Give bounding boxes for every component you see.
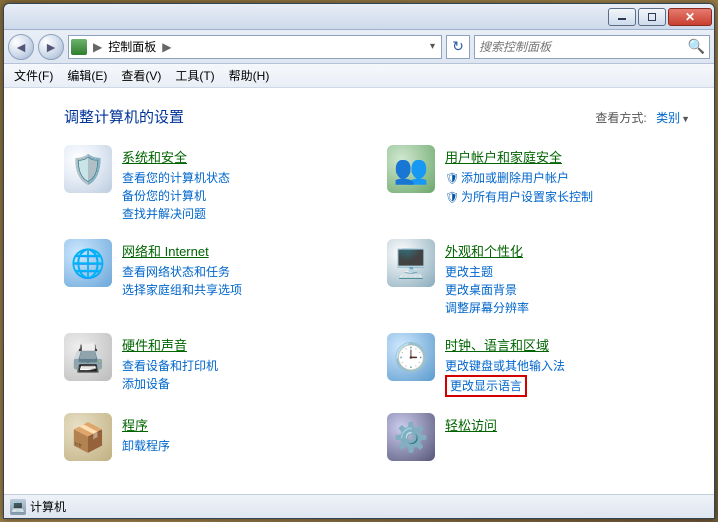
search-box[interactable]: 🔍 bbox=[474, 35, 710, 59]
category-ease: ⚙️ 轻松访问 bbox=[387, 413, 690, 461]
users-icon: 👥 bbox=[387, 145, 435, 193]
search-input[interactable] bbox=[479, 40, 688, 54]
link-devices-printers[interactable]: 查看设备和打印机 bbox=[122, 357, 218, 375]
menu-view[interactable]: 查看(V) bbox=[115, 65, 167, 86]
menu-help[interactable]: 帮助(H) bbox=[223, 65, 276, 86]
shield-icon: 🛡️ bbox=[64, 145, 112, 193]
category-hardware: 🖨️ 硬件和声音 查看设备和打印机 添加设备 bbox=[64, 333, 367, 397]
control-panel-icon bbox=[71, 39, 87, 55]
category-grid: 🛡️ 系统和安全 查看您的计算机状态 备份您的计算机 查找并解决问题 👥 用户帐… bbox=[64, 145, 690, 461]
link-change-input[interactable]: 更改键盘或其他输入法 bbox=[445, 357, 565, 375]
menu-edit[interactable]: 编辑(E) bbox=[61, 65, 113, 86]
category-title-programs[interactable]: 程序 bbox=[122, 415, 170, 434]
chevron-down-icon[interactable]: ▼ bbox=[681, 114, 690, 124]
link-uninstall[interactable]: 卸载程序 bbox=[122, 437, 170, 455]
category-security: 🛡️ 系统和安全 查看您的计算机状态 备份您的计算机 查找并解决问题 bbox=[64, 145, 367, 223]
link-change-theme[interactable]: 更改主题 bbox=[445, 263, 529, 281]
link-change-background[interactable]: 更改桌面背景 bbox=[445, 281, 529, 299]
link-parental-controls[interactable]: 🛡为所有用户设置家长控制 bbox=[445, 188, 593, 207]
category-title-clock[interactable]: 时钟、语言和区域 bbox=[445, 335, 565, 354]
view-by-value[interactable]: 类别 bbox=[656, 111, 680, 125]
uac-shield-icon: 🛡 bbox=[445, 173, 459, 185]
category-title-network[interactable]: 网络和 Internet bbox=[122, 241, 242, 260]
category-network: 🌐 网络和 Internet 查看网络状态和任务 选择家庭组和共享选项 bbox=[64, 239, 367, 317]
link-network-status[interactable]: 查看网络状态和任务 bbox=[122, 263, 242, 281]
close-button[interactable]: ✕ bbox=[668, 8, 712, 26]
category-programs: 📦 程序 卸载程序 bbox=[64, 413, 367, 461]
category-title-ease[interactable]: 轻松访问 bbox=[445, 415, 497, 434]
control-panel-window: ✕ ◄ ► ▶ 控制面板 ▶ ▾ ↻ 🔍 文件(F) 编辑(E) 查看(V) 工… bbox=[3, 3, 715, 519]
status-label: 计算机 bbox=[30, 498, 66, 515]
view-by-label: 查看方式: bbox=[595, 111, 646, 125]
refresh-button[interactable]: ↻ bbox=[446, 35, 470, 59]
titlebar: ✕ bbox=[4, 4, 714, 30]
link-resolution[interactable]: 调整屏幕分辨率 bbox=[445, 299, 529, 317]
link-troubleshoot[interactable]: 查找并解决问题 bbox=[122, 205, 230, 223]
monitor-icon: 🖥️ bbox=[387, 239, 435, 287]
link-add-remove-user[interactable]: 🛡添加或删除用户帐户 bbox=[445, 169, 593, 188]
category-title-security[interactable]: 系统和安全 bbox=[122, 147, 230, 166]
menu-file[interactable]: 文件(F) bbox=[8, 65, 59, 86]
uac-shield-icon: 🛡 bbox=[445, 192, 459, 204]
menu-tools[interactable]: 工具(T) bbox=[169, 65, 220, 86]
category-title-hardware[interactable]: 硬件和声音 bbox=[122, 335, 218, 354]
address-bar[interactable]: ▶ 控制面板 ▶ ▾ bbox=[68, 35, 442, 59]
breadcrumb-location[interactable]: 控制面板 bbox=[108, 38, 156, 55]
statusbar: 💻 计算机 bbox=[4, 494, 714, 518]
breadcrumb-sep: ▶ bbox=[91, 40, 104, 54]
search-icon[interactable]: 🔍 bbox=[688, 38, 705, 55]
menubar: 文件(F) 编辑(E) 查看(V) 工具(T) 帮助(H) bbox=[4, 64, 714, 88]
category-appearance: 🖥️ 外观和个性化 更改主题 更改桌面背景 调整屏幕分辨率 bbox=[387, 239, 690, 317]
box-icon: 📦 bbox=[64, 413, 112, 461]
minimize-button[interactable] bbox=[608, 8, 636, 26]
address-dropdown[interactable]: ▾ bbox=[426, 41, 439, 52]
printer-icon: 🖨️ bbox=[64, 333, 112, 381]
link-backup[interactable]: 备份您的计算机 bbox=[122, 187, 230, 205]
category-clock: 🕒 时钟、语言和区域 更改键盘或其他输入法 更改显示语言 bbox=[387, 333, 690, 397]
heading-row: 调整计算机的设置 查看方式: 类别▼ bbox=[64, 106, 690, 127]
forward-button[interactable]: ► bbox=[38, 34, 64, 60]
category-users: 👥 用户帐户和家庭安全 🛡添加或删除用户帐户 🛡为所有用户设置家长控制 bbox=[387, 145, 690, 223]
clock-globe-icon: 🕒 bbox=[387, 333, 435, 381]
back-button[interactable]: ◄ bbox=[8, 34, 34, 60]
link-homegroup[interactable]: 选择家庭组和共享选项 bbox=[122, 281, 242, 299]
computer-icon: 💻 bbox=[10, 499, 26, 515]
ease-access-icon: ⚙️ bbox=[387, 413, 435, 461]
content-area: 调整计算机的设置 查看方式: 类别▼ 🛡️ 系统和安全 查看您的计算机状态 备份… bbox=[4, 88, 714, 494]
highlight-box: 更改显示语言 bbox=[445, 375, 527, 397]
navbar: ◄ ► ▶ 控制面板 ▶ ▾ ↻ 🔍 bbox=[4, 30, 714, 64]
link-add-device[interactable]: 添加设备 bbox=[122, 375, 218, 393]
category-title-users[interactable]: 用户帐户和家庭安全 bbox=[445, 147, 593, 166]
page-title: 调整计算机的设置 bbox=[64, 106, 595, 127]
maximize-button[interactable] bbox=[638, 8, 666, 26]
globe-icon: 🌐 bbox=[64, 239, 112, 287]
breadcrumb-sep-2[interactable]: ▶ bbox=[160, 40, 173, 54]
view-by: 查看方式: 类别▼ bbox=[595, 109, 690, 126]
category-title-appearance[interactable]: 外观和个性化 bbox=[445, 241, 529, 260]
link-change-display-language[interactable]: 更改显示语言 bbox=[450, 379, 522, 393]
link-view-status[interactable]: 查看您的计算机状态 bbox=[122, 169, 230, 187]
